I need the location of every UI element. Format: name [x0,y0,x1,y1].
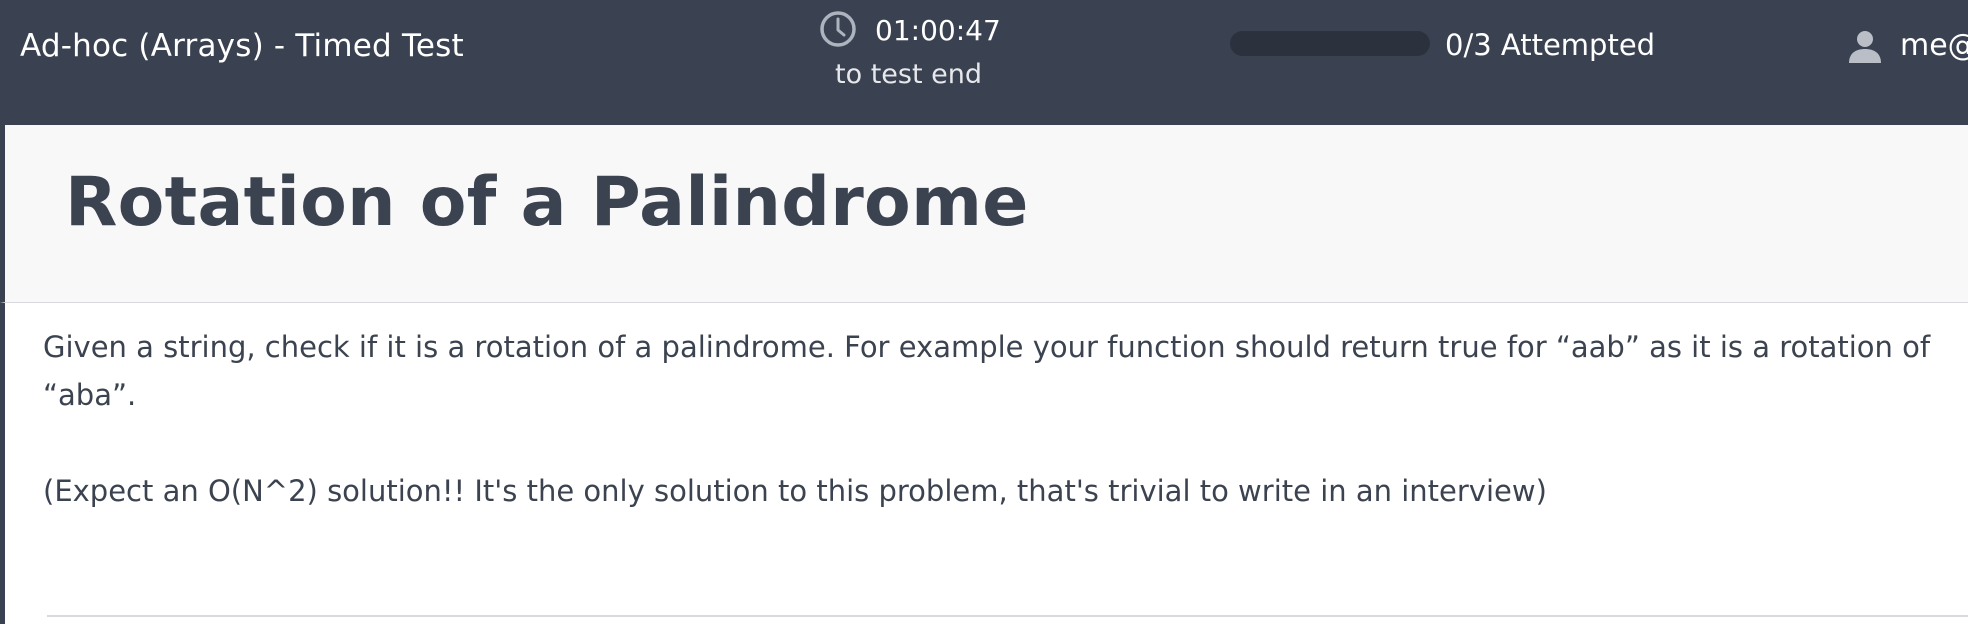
problem-body: Given a string, check if it is a rotatio… [0,303,1968,624]
problem-note: (Expect an O(N^2) solution!! It's the on… [43,474,1547,508]
problem-title: Rotation of a Palindrome [65,163,1029,242]
attempted-count: 0/3 Attempted [1445,28,1656,62]
problem-description: Given a string, check if it is a rotatio… [43,330,1931,412]
section-divider [47,615,1968,617]
timer-value: 01:00:47 [875,14,1001,47]
user-name[interactable]: me@ [1900,28,1968,63]
top-bar: Ad-hoc (Arrays) - Timed Test 01:00:47 to… [0,0,1968,125]
timer-caption: to test end [835,59,982,90]
user-icon[interactable] [1848,29,1882,65]
test-title: Ad-hoc (Arrays) - Timed Test [20,28,464,64]
test-timer: 01:00:47 to test end [818,8,1001,92]
problem-header: Rotation of a Palindrome [0,125,1968,303]
attempted-progress-bar [1230,31,1430,56]
clock-icon [820,11,856,47]
